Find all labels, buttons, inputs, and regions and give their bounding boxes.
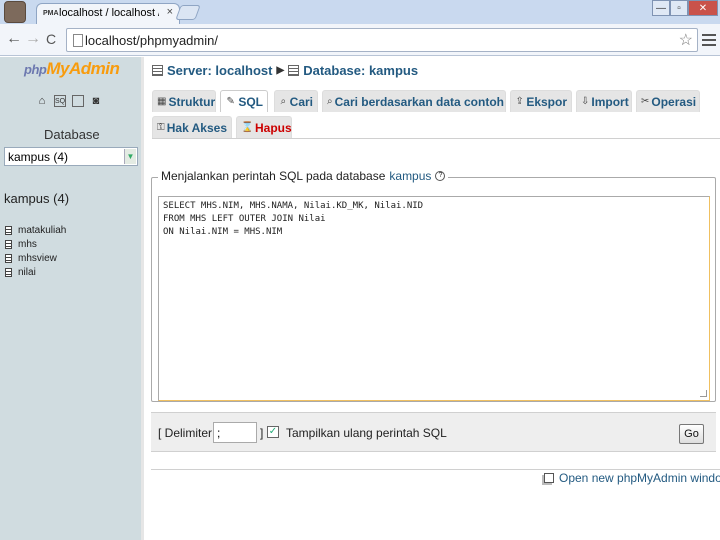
tab-title: localhost / localhost / kampus (59, 7, 159, 19)
tab-operasi[interactable]: ✂ Operasi (636, 90, 700, 112)
back-button[interactable]: ← (6, 30, 22, 48)
operations-icon: ✂ (641, 96, 650, 107)
bookmark-star-icon[interactable]: ☆ (679, 30, 693, 50)
new-window-icon (544, 473, 554, 483)
search-icon: ⌕ (280, 96, 287, 107)
list-item[interactable]: nilai (5, 265, 66, 279)
query-icon: ⌕ (327, 96, 333, 107)
docs-icon[interactable]: ◙ (90, 95, 102, 107)
database-select[interactable]: kampus (4) ▼ (4, 147, 138, 166)
structure-icon: ▦ (157, 96, 167, 107)
reload-button[interactable]: C (46, 31, 56, 47)
browser-tab[interactable]: PMA localhost / localhost / kampus × (36, 3, 180, 24)
tab-struktur[interactable]: ▦ Struktur (152, 90, 216, 112)
table-icon (5, 267, 12, 277)
table-icon (5, 239, 12, 249)
favicon-icon: PMA (43, 10, 59, 17)
tab-ekspor[interactable]: ⇪ Ekspor (510, 90, 572, 112)
show-query-checkbox[interactable]: ✓ (267, 426, 279, 438)
chevron-down-icon: ▼ (124, 149, 136, 164)
tabs-divider (152, 138, 720, 139)
query-window-icon[interactable] (72, 95, 84, 107)
navigation-frame: phpMyAdmin ⌂ SQ ◙ Database kampus (4) ▼ … (0, 57, 141, 540)
url-text[interactable]: localhost/phpmyadmin/ (85, 33, 218, 48)
breadcrumb-separator-icon: ▶ (276, 65, 285, 76)
query-options-bar: [ Delimiter ] ✓ Tampilkan ulang perintah… (151, 412, 716, 452)
list-item[interactable]: mhsview (5, 251, 66, 265)
tab-cari[interactable]: ⌕ Cari (274, 90, 318, 112)
table-list: matakuliah mhs mhsview nilai (5, 223, 66, 279)
navigation-icons: ⌂ SQ ◙ (36, 95, 102, 107)
show-query-label[interactable]: Tampilkan ulang perintah SQL (286, 426, 447, 440)
sql-query-textarea[interactable]: SELECT MHS.NIM, MHS.NAMA, Nilai.KD_MK, N… (158, 196, 710, 401)
new-tab-button[interactable] (175, 5, 201, 20)
logout-icon[interactable]: SQ (54, 95, 66, 107)
list-item[interactable]: matakuliah (5, 223, 66, 237)
database-icon (288, 65, 300, 76)
browser-menu-icon[interactable] (702, 34, 716, 46)
import-icon: ⇩ (581, 96, 590, 107)
browser-toolbar: ← → C localhost/phpmyadmin/ ☆ (0, 24, 720, 56)
help-icon[interactable]: ? (435, 171, 446, 181)
go-button[interactable]: Go (679, 424, 704, 444)
delimiter-input[interactable] (213, 422, 257, 443)
home-icon[interactable]: ⌂ (36, 95, 48, 107)
database-label: Database (44, 127, 100, 142)
drop-icon: ⌛ (241, 122, 254, 133)
resize-handle[interactable] (700, 390, 707, 397)
server-icon (152, 65, 163, 76)
table-icon (5, 225, 12, 235)
database-heading[interactable]: kampus (4) (4, 191, 69, 206)
close-window-button[interactable]: ✕ (688, 0, 718, 16)
sql-query-fieldset: Menjalankan perintah SQL pada database k… (151, 169, 716, 402)
tab-hapus[interactable]: ⌛ Hapus (236, 116, 292, 138)
sql-legend: Menjalankan perintah SQL pada database k… (158, 169, 449, 183)
close-tab-icon[interactable]: × (167, 6, 173, 18)
breadcrumb-server[interactable]: Server: localhost (167, 63, 273, 78)
tab-cari-data-contoh[interactable]: ⌕ Cari berdasarkan data contoh (322, 90, 506, 112)
tab-hak-akses[interactable]: ⚿ Hak Akses (152, 116, 232, 138)
user-avatar[interactable] (4, 1, 26, 23)
new-window-link[interactable]: Open new phpMyAdmin window (544, 471, 720, 485)
breadcrumb-database[interactable]: Database: kampus (303, 63, 418, 78)
browser-tab-bar: PMA localhost / localhost / kampus × — ▫… (0, 0, 720, 24)
view-icon (5, 253, 12, 263)
phpmyadmin-logo[interactable]: phpMyAdmin (24, 59, 120, 79)
forward-button[interactable]: → (25, 30, 41, 48)
address-bar[interactable]: localhost/phpmyadmin/ ☆ (66, 28, 698, 52)
export-icon: ⇪ (515, 96, 524, 107)
sql-icon: ✎ (226, 96, 235, 107)
database-link[interactable]: kampus (389, 169, 431, 183)
tab-sql[interactable]: ✎ SQL (220, 90, 268, 112)
minimize-button[interactable]: — (652, 0, 670, 16)
privileges-icon: ⚿ (157, 122, 165, 133)
main-content: Server: localhost ▶ Database: kampus ▦ St… (144, 57, 720, 540)
tab-import[interactable]: ⇩ Import (576, 90, 632, 112)
delimiter-bracket: ] (260, 426, 264, 440)
maximize-button[interactable]: ▫ (670, 0, 688, 16)
delimiter-label: [ Delimiter (158, 426, 213, 440)
page-icon (73, 34, 83, 47)
list-item[interactable]: mhs (5, 237, 66, 251)
breadcrumb: Server: localhost ▶ Database: kampus (152, 63, 418, 78)
footer-divider (151, 469, 720, 470)
